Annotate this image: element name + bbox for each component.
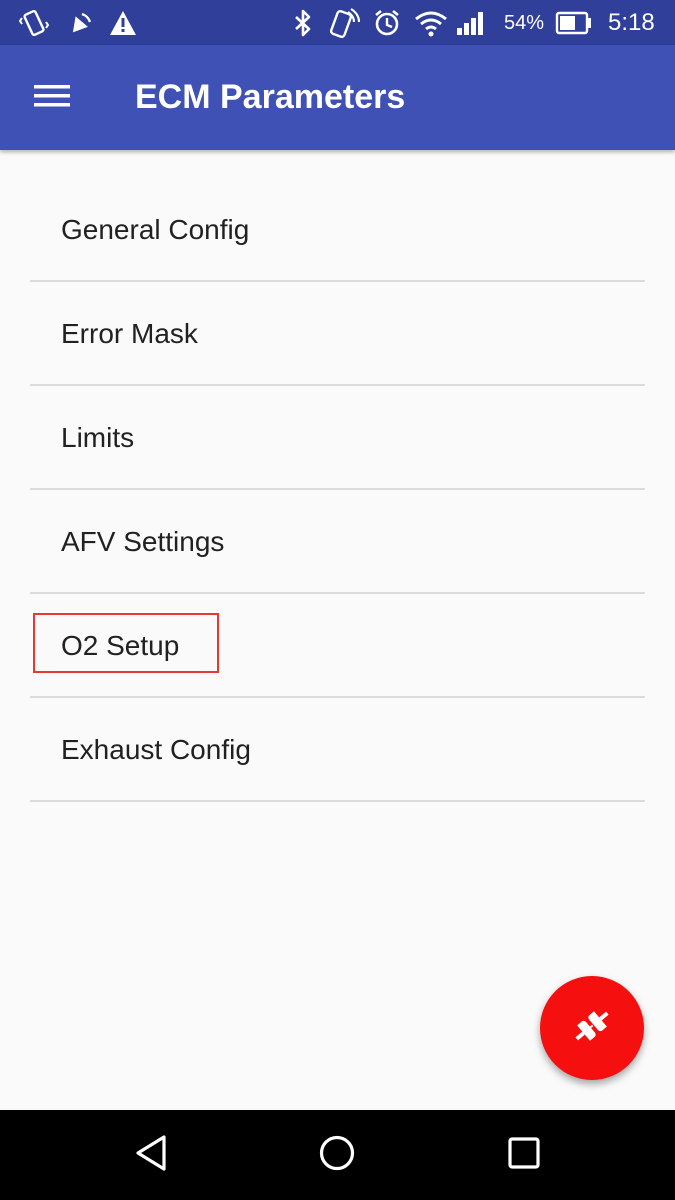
menu-button[interactable]: [22, 75, 82, 121]
navigation-bar: [0, 1110, 675, 1200]
app-bar: ECM Parameters: [0, 45, 675, 150]
list-item-label: AFV Settings: [61, 526, 225, 557]
home-icon: [318, 1134, 356, 1177]
battery-icon: [555, 8, 593, 38]
list-item-afv-settings[interactable]: AFV Settings: [30, 490, 645, 594]
vibrate-icon: [18, 8, 50, 38]
list-item-label: General Config: [61, 214, 250, 245]
home-button[interactable]: [307, 1130, 367, 1180]
list-item-label: O2 Setup: [61, 630, 180, 661]
alarm-icon: [372, 8, 402, 38]
back-button[interactable]: [121, 1130, 181, 1180]
clock: 5:18: [608, 9, 655, 36]
hamburger-menu-icon: [34, 83, 70, 114]
status-bar: 54% 5:18: [0, 0, 675, 45]
list-item-limits[interactable]: Limits: [30, 386, 645, 490]
back-icon: [134, 1134, 168, 1177]
recents-icon: [507, 1136, 541, 1175]
nfc-icon: [326, 8, 360, 38]
list-item-exhaust-config[interactable]: Exhaust Config: [30, 698, 645, 802]
list-item-general-config[interactable]: General Config: [30, 150, 645, 282]
recents-button[interactable]: [494, 1130, 554, 1180]
list-item-error-mask[interactable]: Error Mask: [30, 282, 645, 386]
bluetooth-icon: [292, 8, 314, 38]
list-item-o2-setup[interactable]: O2 Setup: [30, 594, 645, 698]
list-item-label: Error Mask: [61, 318, 198, 349]
connect-fab-button[interactable]: [540, 976, 644, 1080]
list-item-label: Limits: [61, 422, 135, 453]
page-title: ECM Parameters: [135, 78, 406, 116]
battery-percent: 54%: [504, 12, 545, 34]
cast-icon: [66, 8, 94, 38]
warning-icon: [108, 8, 138, 38]
list-item-label: Exhaust Config: [61, 734, 251, 765]
plug-connect-icon: [567, 1001, 617, 1056]
parameter-list: General Config Error Mask Limits AFV Set…: [30, 150, 645, 802]
wifi-icon: [414, 8, 448, 38]
signal-icon: [455, 8, 487, 38]
